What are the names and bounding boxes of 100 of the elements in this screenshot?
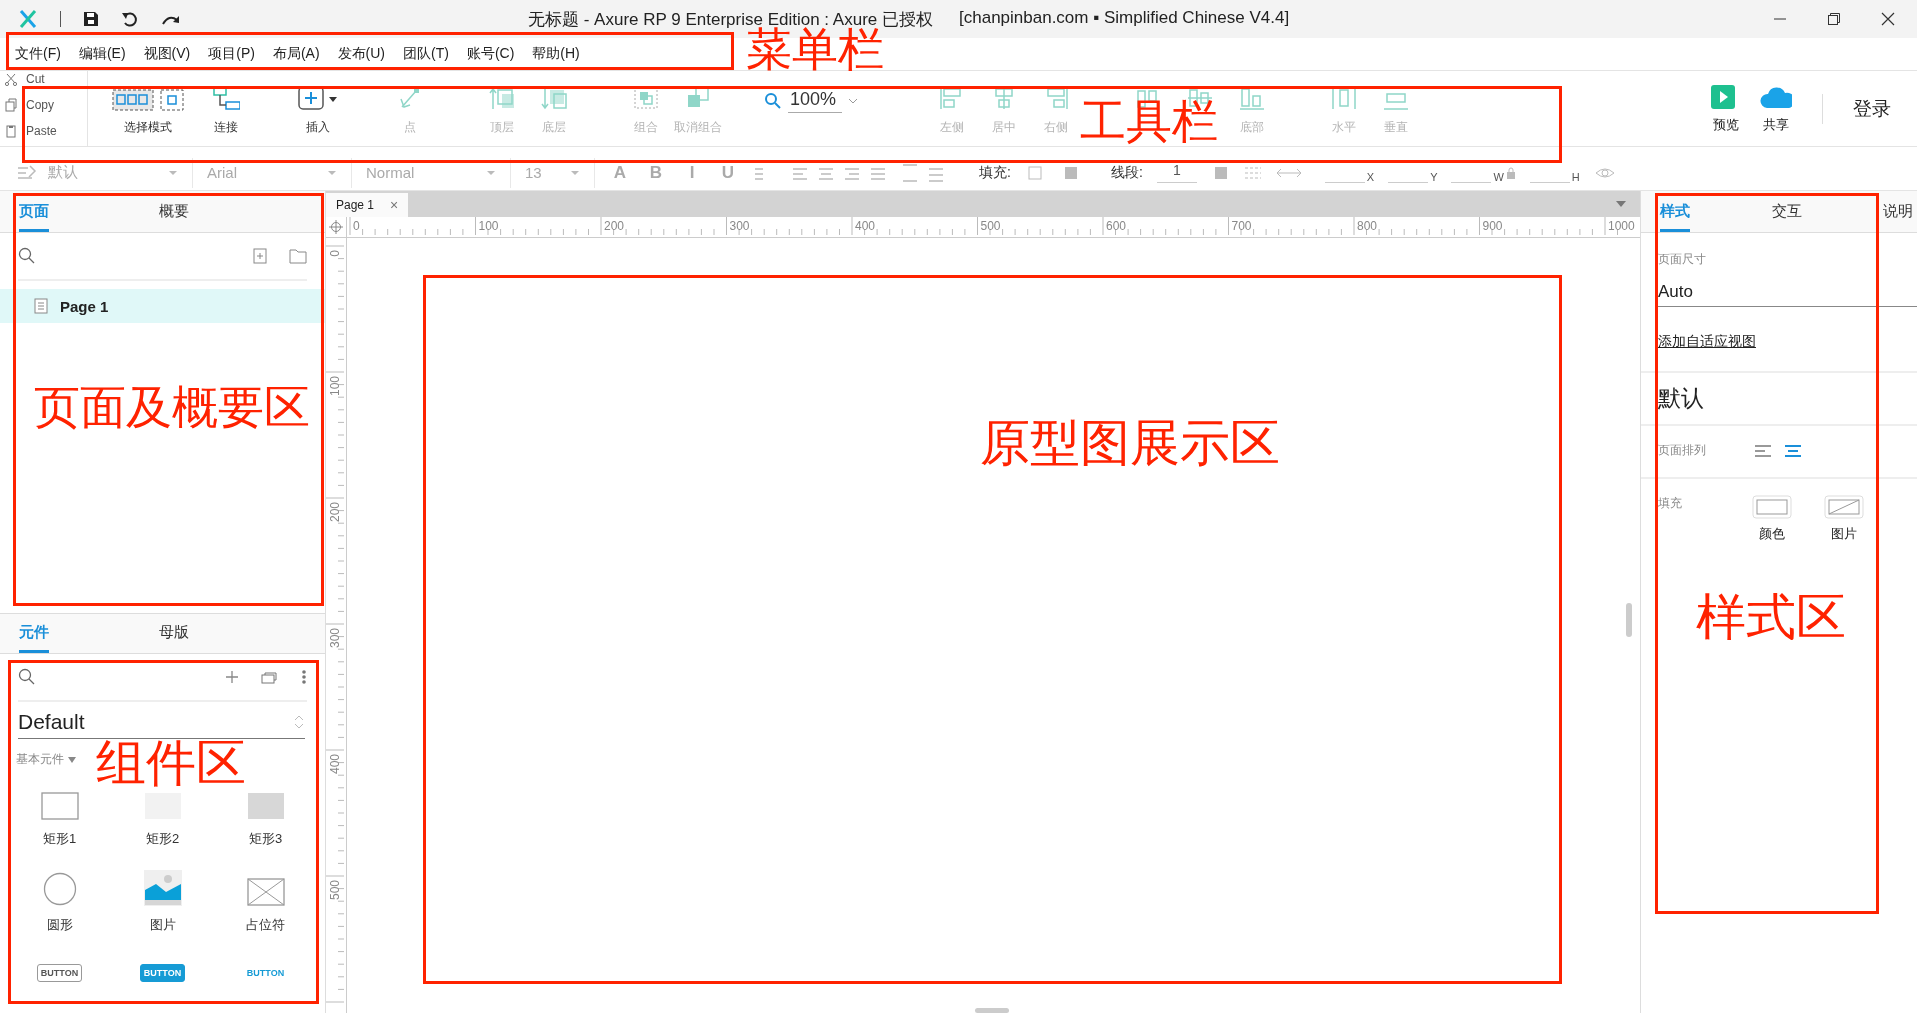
ruler-number: 1000: [1608, 219, 1635, 233]
widget-label: 矩形3: [248, 830, 283, 848]
menu-item[interactable]: 帮助(H): [523, 41, 589, 67]
restore-icon[interactable]: [1827, 12, 1841, 26]
menu-item[interactable]: 项目(P): [199, 41, 264, 67]
ruler-number: 100: [328, 376, 342, 397]
menu-item[interactable]: 账号(C): [457, 41, 524, 67]
field-label: X: [1366, 171, 1375, 183]
adaptive-view-link[interactable]: 添加自适应视图: [1658, 333, 1756, 351]
field-label: W: [1493, 171, 1504, 183]
page-item[interactable]: Page 1: [0, 289, 325, 323]
align-center-icon[interactable]: [1784, 443, 1802, 458]
annotation-label: 页面及概要区: [34, 384, 310, 430]
category-toggle[interactable]: 基本元件: [16, 751, 64, 768]
annotation-label: 样式区: [1696, 592, 1846, 642]
image-fill-icon[interactable]: [1824, 495, 1864, 519]
panel-tab[interactable]: 说明: [1883, 202, 1913, 232]
annotation-label: 工具栏: [1080, 98, 1218, 144]
field-label: H: [1571, 171, 1580, 183]
toolbar-button[interactable]: 共享: [1760, 83, 1792, 134]
plus-icon[interactable]: [225, 670, 239, 684]
clipboard-button[interactable]: Cut: [26, 72, 45, 86]
field-label: Y: [1430, 171, 1438, 183]
toolbar-button[interactable]: 选择模式: [110, 81, 186, 136]
panel-tab[interactable]: 母版: [159, 623, 189, 653]
toolbar-button[interactable]: 预览: [1710, 83, 1742, 134]
crosshair-icon: [329, 220, 343, 234]
window-subtitle: [chanpinban.com ▪ Simplified Chinese V4.4]: [959, 7, 1290, 29]
zoom-field[interactable]: 100%: [788, 88, 843, 113]
widget-label: 圆形: [46, 916, 73, 934]
login-link[interactable]: 登录: [1853, 95, 1891, 122]
align-left-icon[interactable]: [1754, 443, 1772, 458]
ruler-number: 300: [328, 628, 342, 649]
widget-label: 图片: [149, 916, 176, 934]
more-icon[interactable]: [301, 669, 307, 685]
scissors-icon[interactable]: [4, 72, 18, 86]
search-icon[interactable]: [18, 668, 36, 686]
menu-item[interactable]: 文件(F): [6, 41, 70, 67]
ruler-number: 400: [328, 754, 342, 775]
field-label: 页面尺寸: [1658, 251, 1707, 268]
button-widget[interactable]: BUTTON: [36, 964, 83, 982]
document-tab[interactable]: Page 1 ×: [326, 193, 409, 217]
duplicate-icon[interactable]: [261, 670, 279, 684]
field-label: 页面排列: [1658, 442, 1706, 459]
caret-icon: [570, 169, 580, 176]
folder-icon[interactable]: [289, 248, 307, 264]
close-button[interactable]: ×: [390, 197, 399, 213]
ruler-number: 500: [328, 880, 342, 901]
option-label: 图片: [1831, 525, 1857, 543]
input-field[interactable]: 1: [1156, 162, 1197, 183]
search-icon: [764, 91, 782, 110]
copy-icon[interactable]: [4, 98, 18, 112]
widget-label: 占位符: [246, 916, 285, 934]
menu-item[interactable]: 布局(A): [263, 41, 329, 67]
annotation-label: 组件区: [96, 738, 246, 788]
ruler-number: 200: [328, 502, 342, 523]
field-label: 填充:: [979, 163, 1011, 182]
menu-item[interactable]: 团队(T): [394, 41, 458, 67]
page-size-field[interactable]: Auto: [1658, 268, 1917, 307]
clipboard-button[interactable]: Copy: [26, 98, 54, 112]
rectangle-icon[interactable]: [40, 792, 79, 820]
caret-icon: [327, 169, 337, 176]
ruler-number: 600: [1106, 219, 1127, 233]
library-dropdown[interactable]: Default: [18, 710, 305, 739]
panel-tab[interactable]: 交互: [1771, 202, 1802, 232]
chevron-down-icon: [848, 97, 859, 104]
ruler-number: 800: [1357, 219, 1378, 233]
image-icon[interactable]: [143, 870, 182, 906]
search-icon[interactable]: [18, 247, 36, 265]
field-label: 线段:: [1110, 163, 1143, 182]
scrollbar-thumb[interactable]: [975, 1008, 1009, 1013]
caret-icon: [68, 756, 76, 763]
widget-label: 矩形2: [145, 830, 180, 848]
close-icon[interactable]: [1881, 12, 1895, 26]
ruler-number: 700: [1231, 219, 1252, 233]
ruler-number: 900: [1482, 219, 1503, 233]
page-icon: [34, 298, 48, 314]
undo-icon[interactable]: [121, 11, 139, 27]
menu-item[interactable]: 视图(V): [134, 41, 200, 67]
scrollbar-thumb[interactable]: [1626, 603, 1632, 637]
color-swatch-icon[interactable]: [1752, 495, 1792, 519]
panel-tab[interactable]: 概要: [159, 202, 189, 232]
ruler-number: 100: [478, 219, 499, 233]
toolbar-button[interactable]: 连接: [200, 81, 252, 136]
dropdown-icon[interactable]: [1616, 201, 1626, 207]
save-icon[interactable]: [83, 11, 99, 27]
clipboard-button[interactable]: Paste: [26, 124, 57, 138]
ruler-number: 0: [328, 250, 342, 257]
add-page-icon[interactable]: [253, 248, 267, 264]
clipboard-icon[interactable]: [4, 124, 18, 138]
menu-item[interactable]: 编辑(E): [69, 41, 135, 67]
up-down-icon: [293, 713, 305, 731]
ruler-number: 500: [980, 219, 1001, 233]
ruler-number: 0: [353, 219, 360, 233]
app-logo-icon: [18, 9, 38, 29]
menu-item[interactable]: 发布(U): [328, 41, 394, 67]
option-label: 颜色: [1759, 525, 1785, 543]
placeholder-icon[interactable]: [246, 878, 285, 906]
circle-icon[interactable]: [42, 872, 77, 906]
toolbar-button[interactable]: 插入: [292, 81, 344, 136]
